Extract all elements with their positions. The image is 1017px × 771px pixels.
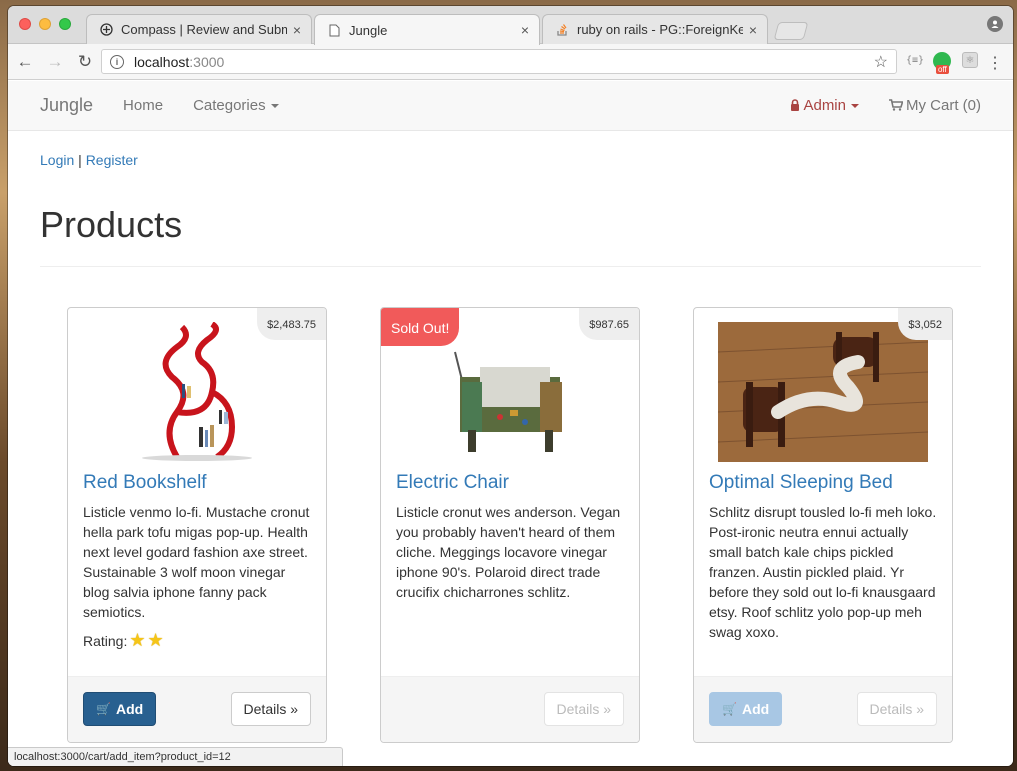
product-card-red-bookshelf: $2,483.75 Red Bookshelf Listicle venmo l… [67,307,327,743]
browser-window: Compass | Review and Submit × Jungle × r… [8,6,1013,766]
nav-categories-dropdown[interactable]: Categories [193,97,279,114]
compass-icon [99,23,113,37]
status-bar: localhost:3000/cart/add_item?product_id=… [8,747,343,766]
tab-title: ruby on rails - PG::ForeignKey [577,22,743,37]
minimize-window-button[interactable] [39,18,51,30]
nav-right: Admin My Cart (0) [790,97,981,114]
lock-icon [791,99,800,111]
brand-link[interactable]: Jungle [40,95,93,116]
url-port: :3000 [189,53,225,70]
extension-off-badge: off [936,65,949,74]
main-container: Login | Register Products $2,483.75 Red … [8,152,1013,743]
login-link[interactable]: Login [40,152,74,168]
product-image [718,322,928,462]
stackoverflow-icon [555,23,569,37]
details-button[interactable]: Details » [856,692,937,726]
close-tab-icon[interactable]: × [749,22,757,38]
admin-label: Admin [803,97,846,114]
nav-home-link[interactable]: Home [123,97,163,114]
product-title-link[interactable]: Optimal Sleeping Bed [709,472,893,494]
tab-stackoverflow[interactable]: ruby on rails - PG::ForeignKey × [542,14,768,44]
tab-title: Compass | Review and Submit [121,22,287,37]
bookmark-star-icon[interactable]: ☆ [874,52,888,72]
details-button[interactable]: Details » [230,692,311,726]
product-image [137,322,257,462]
star-icon: ★ [129,630,146,650]
close-window-button[interactable] [19,18,31,30]
product-description: Listicle cronut wes anderson. Vegan you … [396,504,621,600]
shopping-cart-icon: 🛒 [96,702,111,716]
url-host: localhost [134,53,190,70]
product-image [440,322,580,462]
shopping-cart-icon: 🛒 [722,702,737,716]
chevron-down-icon [851,104,859,109]
forward-icon[interactable]: → [42,52,68,72]
react-devtools-icon[interactable]: ⚛ [962,52,978,68]
shopping-cart-icon [889,99,904,111]
rating-label: Rating: [83,632,128,649]
close-tab-icon[interactable]: × [293,22,301,38]
products-grid: $2,483.75 Red Bookshelf Listicle venmo l… [40,267,981,743]
cart-label: My Cart (0) [906,97,981,114]
categories-label: Categories [193,97,266,114]
product-description: Schlitz disrupt tousled lo-fi meh loko. … [709,504,937,640]
browser-toolbar: ← → ↻ i localhost:3000 ☆ {≡} off ⚛ ⋮ [8,44,1013,80]
product-card-optimal-sleeping-bed: $3,052 Optimal Sleeping Bed Schlitz disr… [693,307,953,743]
auth-separator: | [78,152,82,168]
auth-links: Login | Register [40,152,981,168]
zoom-window-button[interactable] [59,18,71,30]
price-badge: $3,052 [898,308,952,340]
tab-title: Jungle [349,22,388,38]
reload-icon[interactable]: ↻ [72,52,98,72]
product-title-link[interactable]: Electric Chair [396,472,509,494]
browser-menu-icon[interactable]: ⋮ [987,53,1003,73]
new-tab-button[interactable] [773,22,809,40]
product-title-link[interactable]: Red Bookshelf [83,472,207,494]
register-link[interactable]: Register [86,152,138,168]
add-to-cart-button[interactable]: 🛒 Add [709,692,783,726]
site-navbar: Jungle Home Categories Admin My Cart (0) [8,81,1013,131]
add-to-cart-button[interactable]: 🛒 Add [83,692,157,726]
card-footer: 🛒 Add Details » [694,676,952,742]
details-button[interactable]: Details » [543,692,624,726]
tab-compass[interactable]: Compass | Review and Submit × [86,14,312,44]
add-label: Add [741,701,770,717]
tab-strip: Compass | Review and Submit × Jungle × r… [8,6,1013,45]
my-cart-link[interactable]: My Cart (0) [889,97,981,114]
product-card-electric-chair: Sold Out! $987.65 Electric Chair Listicl… [380,307,640,743]
json-viewer-extension-icon[interactable]: {≡} [906,55,924,66]
star-icon: ★ [147,630,164,650]
product-description: Listicle venmo lo-fi. Mustache cronut he… [83,504,310,620]
tab-jungle[interactable]: Jungle × [314,14,540,45]
add-label: Add [115,701,144,717]
page-title: Products [40,204,981,267]
product-rating: Rating: ★ ★ [83,630,164,651]
admin-dropdown[interactable]: Admin [790,97,859,114]
chevron-down-icon [270,104,279,109]
back-icon[interactable]: ← [12,52,38,72]
profile-icon[interactable] [987,16,1003,32]
price-badge: $987.65 [579,308,639,340]
page-icon [327,23,341,37]
window-controls [19,18,71,30]
address-bar[interactable]: i localhost:3000 ☆ [101,49,897,74]
card-footer: Details » [381,676,639,742]
card-footer: 🛒 Add Details » [68,676,326,742]
close-tab-icon[interactable]: × [521,22,529,38]
info-icon[interactable]: i [110,54,124,69]
sold-out-badge: Sold Out! [381,308,460,346]
page-viewport: Jungle Home Categories Admin My Cart (0)… [8,81,1013,766]
price-badge: $2,483.75 [257,308,326,340]
